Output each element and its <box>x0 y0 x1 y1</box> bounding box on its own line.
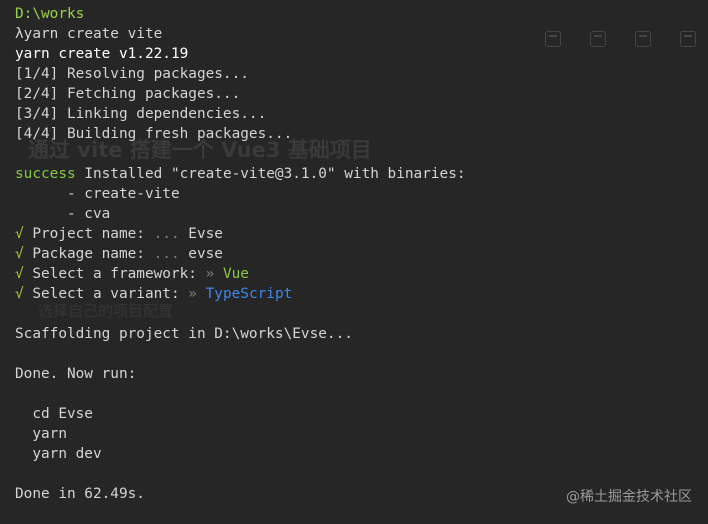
background-toolbar-icon <box>545 31 561 47</box>
terminal-line-scaffolding: Scaffolding project in D:\works\Evse... <box>15 326 353 342</box>
prompt-value: Evse <box>179 226 223 242</box>
prompt-label: Package name: <box>23 246 154 262</box>
terminal-line-prompt-variant: √ Select a variant: » TypeScript <box>15 284 466 304</box>
prompt-separator: ... <box>153 246 180 262</box>
prompt-symbol: λ <box>15 26 24 42</box>
terminal-line-step: [1/4] Resolving packages... <box>15 66 249 82</box>
prompt-value: evse <box>179 246 223 262</box>
terminal-window[interactable]: 通过 vite 搭建一个 Vue3 基础项目 选择自己的项目配置 D:\work… <box>0 0 708 524</box>
terminal-output: D:\works λyarn create vite yarn create v… <box>15 4 466 504</box>
prompt-label: Select a variant: <box>23 286 189 302</box>
success-message: Installed "create-vite@3.1.0" with binar… <box>75 166 466 182</box>
terminal-line-prompt-framework: √ Select a framework: » Vue <box>15 264 466 284</box>
check-icon: √ <box>15 286 24 302</box>
terminal-line-step: [4/4] Building fresh packages... <box>15 126 293 142</box>
watermark: @稀土掘金技术社区 <box>566 489 692 505</box>
prompt-separator: » <box>188 286 197 302</box>
check-icon: √ <box>15 246 24 262</box>
background-toolbar-icon <box>680 31 696 47</box>
terminal-line-success: success Installed "create-vite@3.1.0" wi… <box>15 164 466 184</box>
terminal-line-prompt-project-name: √ Project name: ... Evse <box>15 224 466 244</box>
background-toolbar-icon <box>635 31 651 47</box>
command-text: yarn create vite <box>23 26 163 42</box>
terminal-line-binary: - create-vite <box>15 186 180 202</box>
prompt-value-framework: Vue <box>214 266 249 282</box>
check-icon: √ <box>15 226 24 242</box>
terminal-line-run-command: cd Evse <box>15 406 93 422</box>
terminal-line-path: D:\works <box>15 4 466 24</box>
terminal-line-version: yarn create v1.22.19 <box>15 46 189 62</box>
prompt-separator: » <box>205 266 215 282</box>
terminal-line-binary: - cva <box>15 206 111 222</box>
prompt-value-variant: TypeScript <box>196 286 293 302</box>
terminal-line-run-command: yarn dev <box>15 446 102 462</box>
success-label: success <box>15 166 76 182</box>
terminal-line-done-now-run: Done. Now run: <box>15 366 137 382</box>
terminal-line-done-time: Done in 62.49s. <box>15 486 145 502</box>
terminal-line-run-command: yarn <box>15 426 67 442</box>
terminal-line-command: λyarn create vite <box>15 24 466 44</box>
terminal-line-step: [3/4] Linking dependencies... <box>15 106 267 122</box>
current-path: D:\works <box>15 6 85 22</box>
prompt-label: Select a framework: <box>23 266 206 282</box>
check-icon: √ <box>15 266 24 282</box>
terminal-line-prompt-package-name: √ Package name: ... evse <box>15 244 466 264</box>
prompt-label: Project name: <box>23 226 154 242</box>
terminal-line-step: [2/4] Fetching packages... <box>15 86 241 102</box>
prompt-separator: ... <box>153 226 180 242</box>
background-toolbar-icon <box>590 31 606 47</box>
